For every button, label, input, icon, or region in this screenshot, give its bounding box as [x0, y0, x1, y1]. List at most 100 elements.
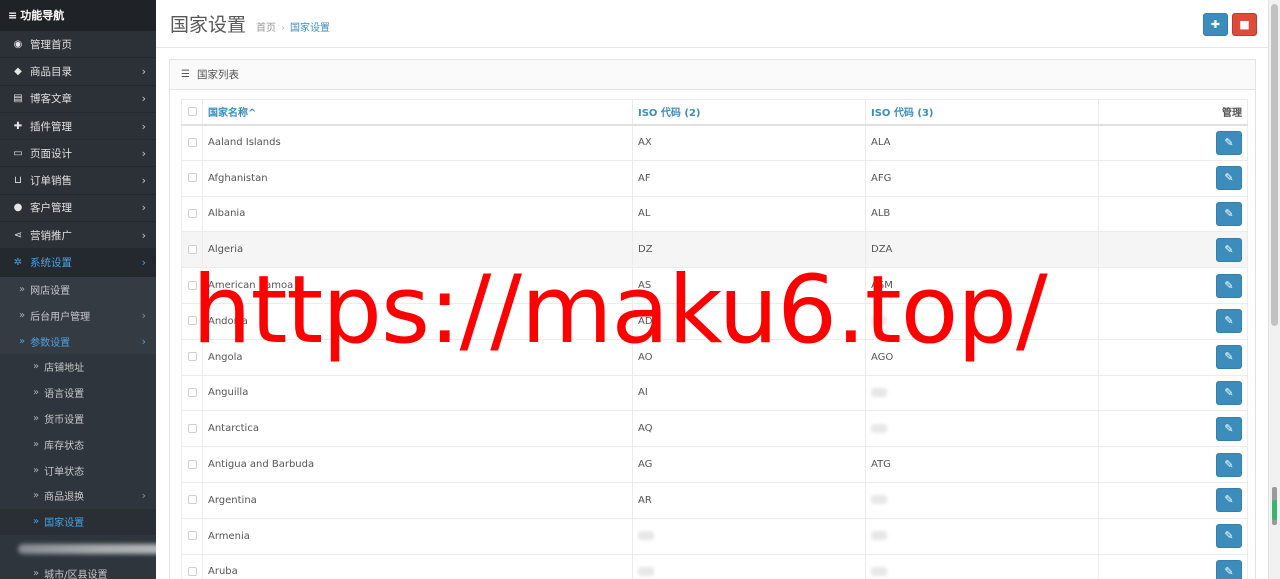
edit-button[interactable]: ✎	[1216, 237, 1242, 262]
iso3-cell: AGO	[865, 338, 1099, 376]
sidebar-item-catalog[interactable]: ◆ 商品目录 ›	[0, 58, 156, 86]
edit-button[interactable]: ✎	[1216, 166, 1242, 191]
country-name-cell: Andorra	[202, 302, 633, 340]
edit-button[interactable]: ✎	[1216, 488, 1242, 513]
plus-icon: ✚	[1210, 18, 1221, 31]
row-checkbox[interactable]	[187, 244, 197, 254]
sidebar-item-system[interactable]: ✲ 系统设置 ›	[0, 249, 156, 277]
sidebar-item-marketing[interactable]: ⋖ 营销推广 ›	[0, 222, 156, 250]
parameters-submenu: » 店铺地址 » 语言设置 » 货币设置 » 库存状态 » 订单状态 » 商品退…	[0, 354, 156, 579]
scrollbar-thumb[interactable]	[1271, 4, 1278, 326]
sidebar-subitem-returns[interactable]: » 商品退换 ›	[0, 483, 156, 509]
row-checkbox[interactable]	[187, 280, 197, 290]
sidebar-item-customers[interactable]: ● 客户管理 ›	[0, 195, 156, 223]
row-checkbox[interactable]	[187, 495, 197, 505]
country-name-cell: Argentina	[202, 481, 633, 519]
edit-button[interactable]: ✎	[1216, 452, 1242, 477]
edit-button[interactable]: ✎	[1216, 524, 1242, 549]
row-select-cell	[181, 159, 203, 197]
row-select-cell	[181, 410, 203, 448]
table-body: Aaland Islands AX ALA ✎ Afghanistan AF AFG ✎ Alb…	[181, 124, 1248, 579]
sidebar-subitem-cities[interactable]: » 城市/区县设置	[0, 560, 156, 579]
sidebar-subitem-countries[interactable]: » 国家设置	[0, 508, 156, 535]
table-row: Algeria DZ DZA ✎	[181, 231, 1248, 269]
row-checkbox[interactable]	[187, 387, 197, 397]
dashboard-icon: ◉	[13, 38, 23, 50]
sidebar-item-plugins[interactable]: ✚ 插件管理 ›	[0, 113, 156, 141]
row-checkbox[interactable]	[187, 423, 197, 433]
select-all-checkbox[interactable]	[187, 106, 197, 116]
iso2-cell: AG	[632, 446, 866, 483]
row-actions-cell: ✎	[1098, 374, 1248, 412]
chevron-right-icon: ›	[141, 92, 146, 106]
sidebar-item-orders[interactable]: ⊔ 订单销售 ›	[0, 167, 156, 195]
row-select-cell	[181, 481, 203, 519]
table-row: Aaland Islands AX ALA ✎	[181, 124, 1248, 161]
edit-button[interactable]: ✎	[1216, 309, 1242, 334]
edit-button[interactable]: ✎	[1216, 559, 1242, 579]
iso3-cell	[865, 553, 1099, 579]
sidebar-item-dashboard[interactable]: ◉ 管理首页	[0, 31, 156, 59]
page-scrollbar[interactable]	[1268, 0, 1280, 579]
newspaper-icon: ▤	[13, 93, 23, 105]
double-chevron-icon: »	[33, 568, 40, 579]
sidebar-subitem-stock-status[interactable]: » 库存状态	[0, 431, 156, 458]
breadcrumb-home-link[interactable]: 首页	[256, 23, 276, 34]
edit-button[interactable]: ✎	[1216, 130, 1242, 155]
row-actions-cell: ✎	[1098, 267, 1248, 304]
edit-button[interactable]: ✎	[1216, 345, 1242, 370]
pencil-icon: ✎	[1224, 421, 1234, 435]
iso3-cell	[865, 481, 1099, 519]
delete-button[interactable]: ■	[1232, 13, 1257, 36]
pencil-icon: ✎	[1224, 242, 1234, 256]
table-row: American Samoa AS ASM ✎	[181, 267, 1248, 304]
iso3-cell: AFG	[865, 159, 1099, 197]
row-checkbox[interactable]	[187, 352, 197, 362]
sidebar-subitem-order-status[interactable]: » 订单状态	[0, 457, 156, 484]
page-title: 国家设置	[170, 14, 247, 36]
iso3-cell	[865, 410, 1099, 448]
sidebar-subitem-language[interactable]: » 语言设置	[0, 379, 156, 406]
double-chevron-icon: »	[19, 284, 26, 296]
column-header-iso2[interactable]: ISO 代码 (2)	[632, 99, 866, 126]
row-checkbox[interactable]	[187, 459, 197, 469]
chevron-right-icon: ›	[141, 489, 146, 503]
chevron-right-icon: ›	[141, 201, 146, 215]
sidebar-subitem-store-settings[interactable]: » 网店设置	[0, 277, 156, 303]
row-select-cell	[181, 302, 203, 340]
country-name-cell: American Samoa	[202, 267, 633, 304]
double-chevron-icon: »	[33, 387, 40, 399]
sidebar-subitem-parameters[interactable]: » 参数设置 ›	[0, 328, 156, 354]
iso2-cell: AD	[632, 302, 866, 340]
row-checkbox[interactable]	[187, 173, 197, 183]
column-header-name[interactable]: 国家名称^	[202, 99, 633, 126]
edit-button[interactable]: ✎	[1216, 380, 1242, 405]
double-chevron-icon: »	[33, 438, 40, 450]
row-checkbox[interactable]	[187, 316, 197, 326]
row-checkbox[interactable]	[187, 531, 197, 541]
chevron-right-icon: ›	[141, 228, 146, 242]
breadcrumb-separator-icon: ›	[281, 22, 286, 34]
table-row: Antarctica AQ ✎	[181, 410, 1248, 448]
chevron-right-icon: ›	[141, 64, 146, 78]
sidebar-item-blog[interactable]: ▤ 博客文章 ›	[0, 86, 156, 113]
row-checkbox[interactable]	[187, 137, 197, 147]
iso2-cell	[632, 517, 866, 555]
add-button[interactable]: ✚	[1203, 13, 1228, 36]
double-chevron-icon: »	[33, 490, 40, 502]
blur-overlay	[18, 543, 156, 554]
sidebar-subitem-store-address[interactable]: » 店铺地址	[0, 354, 156, 380]
chevron-down-icon: ›	[141, 256, 146, 270]
row-select-cell	[181, 195, 203, 233]
row-checkbox[interactable]	[187, 566, 197, 576]
sidebar-subitem-currency[interactable]: » 货币设置	[0, 405, 156, 432]
column-header-iso3[interactable]: ISO 代码 (3)	[865, 99, 1099, 126]
row-select-cell	[181, 446, 203, 483]
edit-button[interactable]: ✎	[1216, 273, 1242, 298]
edit-button[interactable]: ✎	[1216, 201, 1242, 226]
iso3-cell: ASM	[865, 267, 1099, 304]
sidebar-subitem-admin-users[interactable]: » 后台用户管理 ›	[0, 302, 156, 328]
sidebar-item-design[interactable]: ▭ 页面设计 ›	[0, 140, 156, 168]
row-checkbox[interactable]	[187, 208, 197, 218]
edit-button[interactable]: ✎	[1216, 416, 1242, 441]
